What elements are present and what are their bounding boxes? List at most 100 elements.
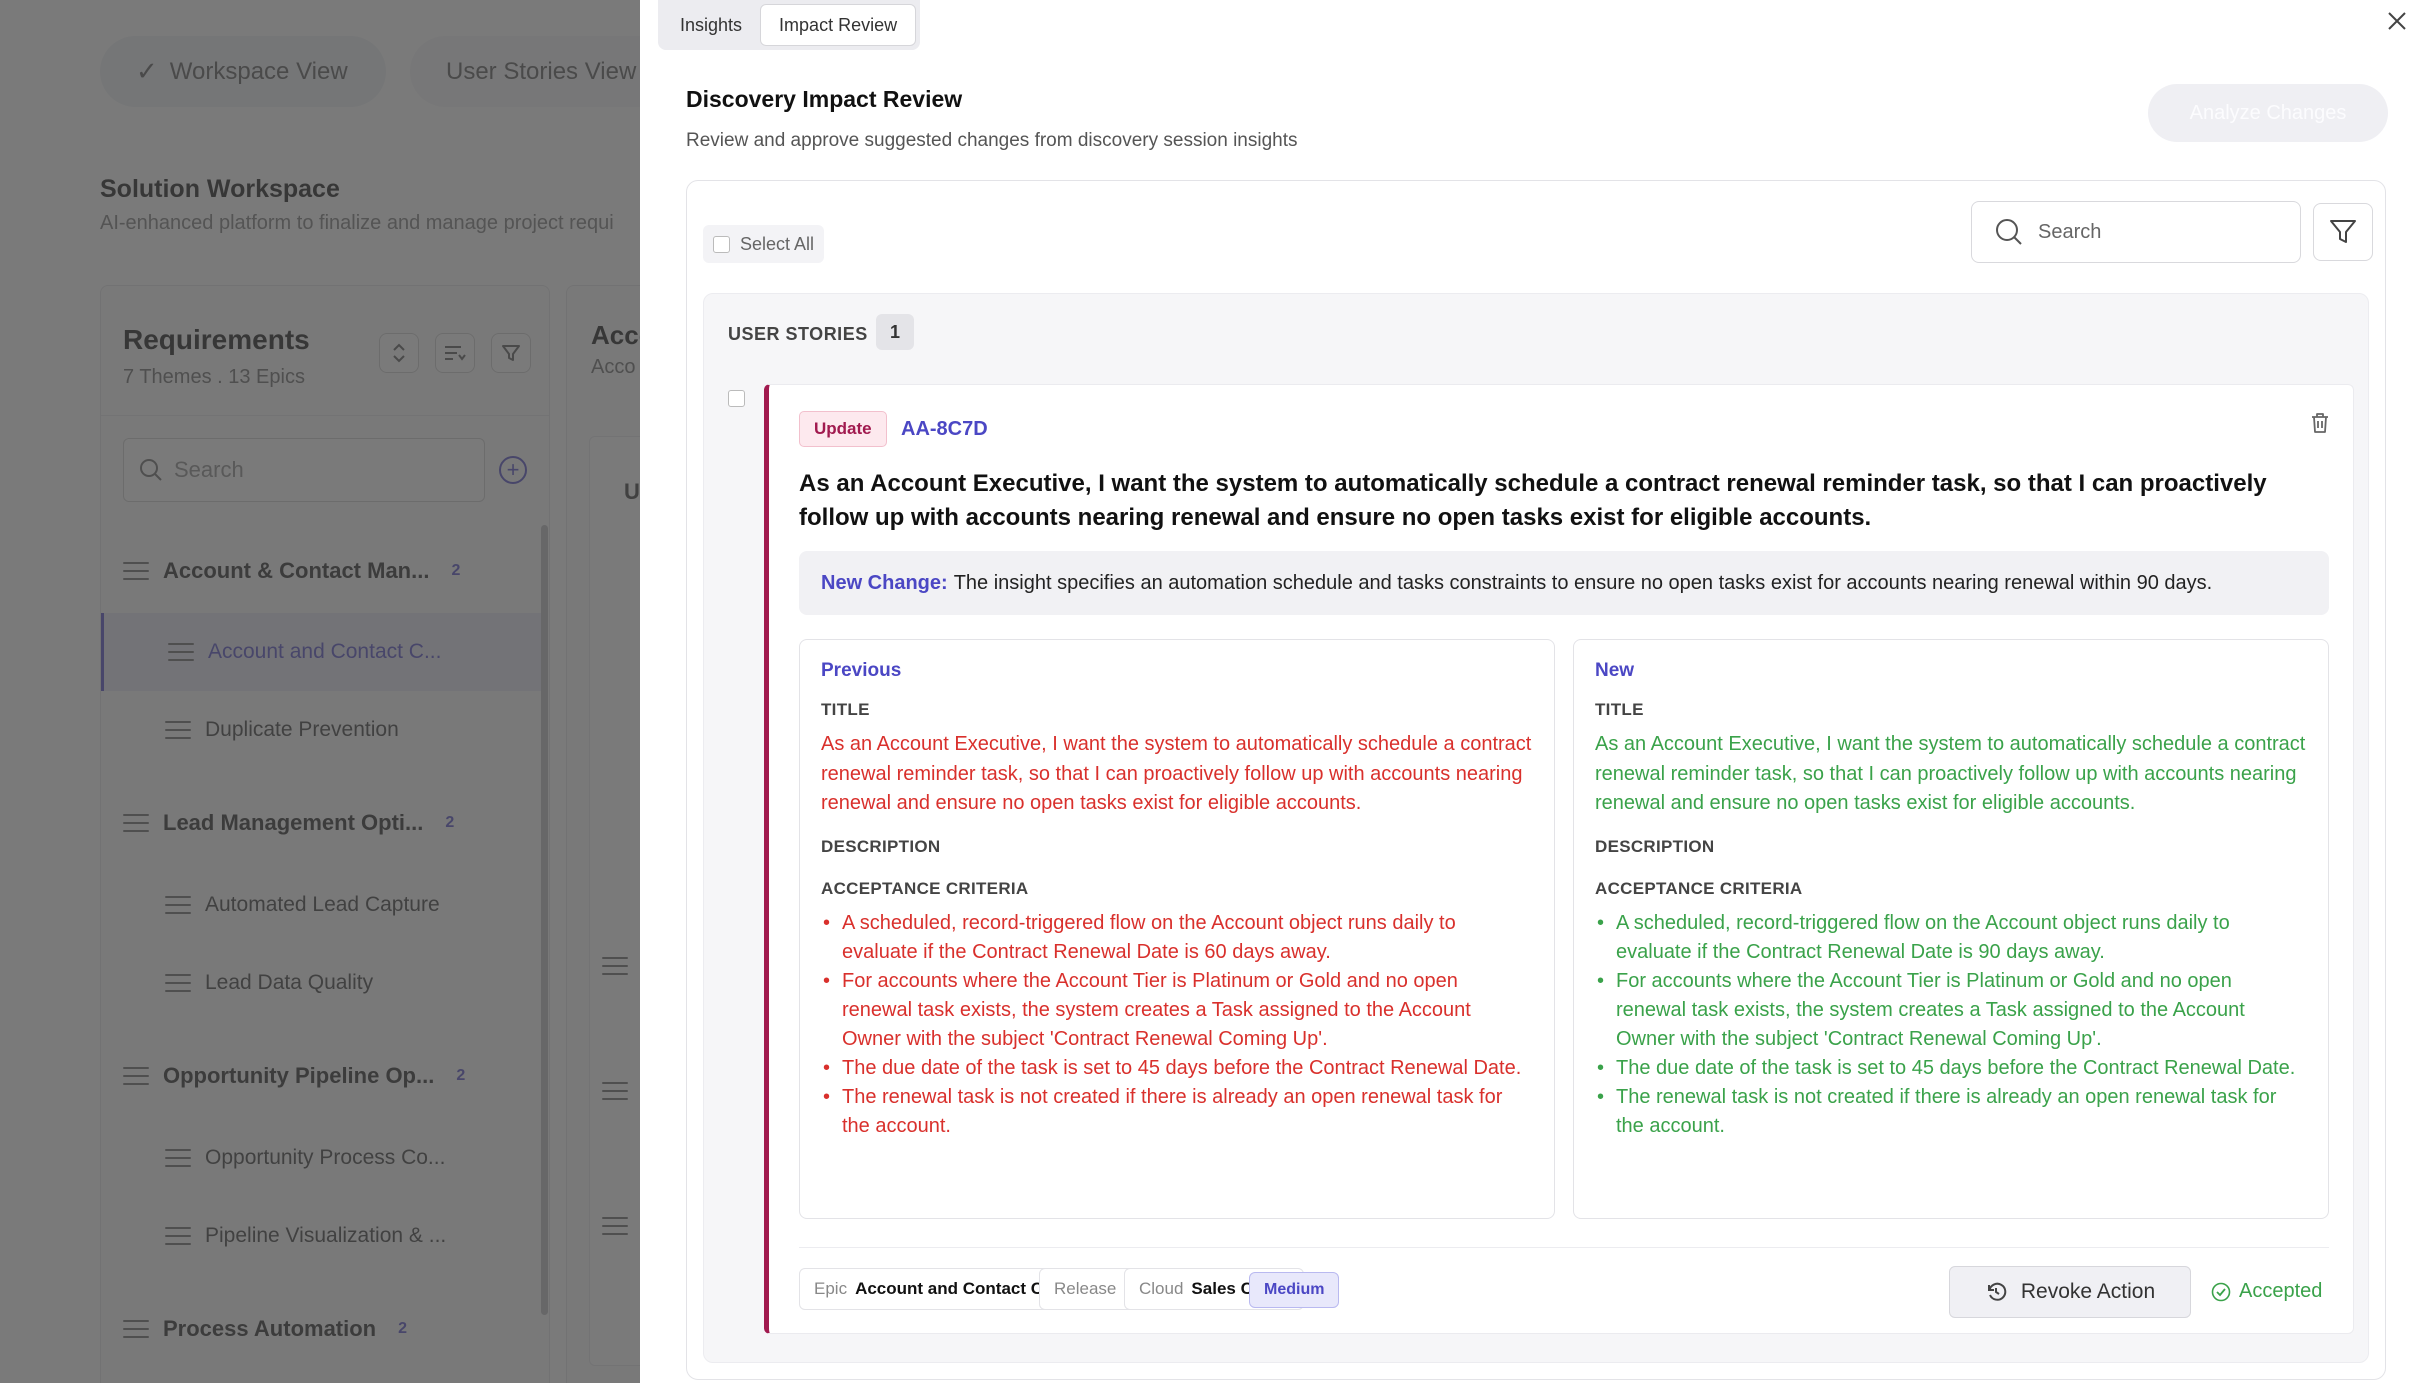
story-id-link[interactable]: AA-8C7D: [901, 418, 988, 441]
tree-epic-account-contact-customization[interactable]: Account and Contact C...: [101, 613, 541, 691]
drag-handle-icon[interactable]: [165, 1149, 191, 1167]
tree-epic-duplicate-prevention[interactable]: Duplicate Prevention: [101, 691, 541, 769]
user-stories-view-label: User Stories View: [446, 57, 637, 85]
tree-epic-label: Account and Contact C...: [208, 640, 442, 663]
search-placeholder: Search: [2038, 220, 2102, 243]
tree-epic-opportunity-process[interactable]: Opportunity Process Co...: [101, 1119, 541, 1197]
drag-handle-icon[interactable]: [168, 643, 194, 661]
new-change-note: New Change: The insight specifies an aut…: [799, 551, 2329, 615]
revoke-action-button[interactable]: Revoke Action: [1949, 1266, 2191, 1318]
previous-column: Previous TITLE As an Account Executive, …: [799, 639, 1555, 1219]
checkbox-box[interactable]: [713, 235, 730, 253]
tree-theme-label: Account & Contact Man...: [163, 558, 430, 583]
previous-title-text: As an Account Executive, I want the syst…: [821, 733, 1532, 814]
theme-count-badge: 2: [445, 814, 455, 831]
theme-count-badge: 2: [398, 1320, 408, 1337]
new-criteria-label: ACCEPTANCE CRITERIA: [1595, 878, 1803, 898]
requirements-filter-button[interactable]: [491, 333, 531, 373]
tree-theme-lead-management[interactable]: Lead Management Opti... 2: [101, 784, 541, 862]
drag-handle-icon[interactable]: [165, 974, 191, 992]
cloud-label: Cloud: [1139, 1279, 1184, 1298]
new-change-label: New Change:: [821, 571, 948, 594]
sort-button[interactable]: [379, 333, 419, 373]
search-icon: [1996, 219, 2022, 245]
workspace-subtitle: AI-enhanced platform to finalize and man…: [100, 212, 614, 234]
requirements-scrollbar[interactable]: [541, 525, 548, 1315]
drag-handle-icon[interactable]: [123, 562, 149, 580]
accounts-column-header: U: [624, 479, 640, 504]
drag-handle-icon[interactable]: [165, 1227, 191, 1245]
tree-epic-label: Lead Data Quality: [205, 971, 374, 994]
accounts-subtitle: Acco: [591, 356, 636, 378]
story-card: Update AA-8C7D As an Account Executive, …: [764, 384, 2354, 1334]
tree-theme-opportunity-pipeline[interactable]: Opportunity Pipeline Op... 2: [101, 1037, 541, 1115]
drag-handle-icon[interactable]: [123, 814, 149, 832]
criteria-item: The renewal task is not created if there…: [821, 1083, 1533, 1141]
criteria-item: For accounts where the Account Tier is P…: [1595, 967, 2307, 1054]
drag-handle-icon[interactable]: [602, 1082, 628, 1100]
workspace-view-button[interactable]: ✓ Workspace View: [100, 36, 386, 107]
select-all-checkbox[interactable]: Select All: [703, 225, 825, 263]
requirements-title: Requirements: [123, 324, 310, 355]
tree-epic-automated-lead-capture[interactable]: Automated Lead Capture: [101, 866, 541, 944]
new-column: New TITLE As an Account Executive, I wan…: [1573, 639, 2329, 1219]
new-title-text: As an Account Executive, I want the syst…: [1595, 733, 2306, 814]
epic-label: Epic: [814, 1279, 848, 1298]
criteria-item: A scheduled, record-triggered flow on th…: [821, 909, 1533, 967]
criteria-item: The due date of the task is set to 45 da…: [821, 1054, 1533, 1083]
tree-epic-label: Pipeline Visualization & ...: [205, 1224, 447, 1247]
check-circle-icon: [2211, 1282, 2231, 1301]
tab-insights[interactable]: Insights: [662, 4, 760, 46]
filter-icon: [2330, 220, 2356, 243]
trash-icon: [2312, 413, 2328, 433]
criteria-item: The renewal task is not created if there…: [1595, 1083, 2307, 1141]
previous-criteria-list: A scheduled, record-triggered flow on th…: [821, 909, 1533, 1141]
user-stories-count: 1: [876, 314, 914, 350]
drag-handle-icon[interactable]: [602, 1217, 628, 1235]
criteria-item: A scheduled, record-triggered flow on th…: [1595, 909, 2307, 967]
drag-handle-icon[interactable]: [165, 721, 191, 739]
analyze-changes-button[interactable]: Analyze Changes: [2148, 84, 2388, 142]
tree-theme-process-automation[interactable]: Process Automation 2: [101, 1290, 541, 1368]
impact-review-drawer: Insights Impact Review Discovery Impact …: [640, 0, 2430, 1383]
previous-heading: Previous: [821, 660, 902, 681]
previous-description-label: DESCRIPTION: [821, 836, 941, 856]
tree-epic-label: Opportunity Process Co...: [205, 1146, 446, 1169]
drag-handle-icon[interactable]: [165, 896, 191, 914]
delete-button[interactable]: [2309, 411, 2331, 440]
drag-handle-icon[interactable]: [602, 957, 628, 975]
drag-handle-icon[interactable]: [123, 1067, 149, 1085]
list-filter-icon: [445, 346, 466, 361]
tab-impact-review[interactable]: Impact Review: [760, 4, 917, 46]
criteria-item: The due date of the task is set to 45 da…: [1595, 1054, 2307, 1083]
accepted-label: Accepted: [2239, 1280, 2323, 1302]
tree-theme-label: Process Automation: [163, 1316, 377, 1341]
drawer-tabs: Insights Impact Review: [658, 0, 921, 50]
filter-button[interactable]: [2313, 203, 2373, 261]
previous-title-label: TITLE: [821, 700, 870, 719]
accepted-status: Accepted: [2211, 1280, 2322, 1303]
workspace-view-label: Workspace View: [169, 57, 348, 85]
sort-icon: [393, 343, 405, 363]
requirements-search-input[interactable]: Search: [123, 438, 485, 502]
criteria-item: For accounts where the Account Tier is P…: [821, 967, 1533, 1054]
tree-theme-account-contact[interactable]: Account & Contact Man... 2: [101, 532, 541, 610]
requirements-header: Requirements 7 Themes . 13 Epics: [101, 286, 549, 416]
page-title: Discovery Impact Review: [686, 86, 963, 112]
close-button[interactable]: [2380, 4, 2414, 38]
search-input[interactable]: Search: [1971, 201, 2301, 263]
new-criteria-list: A scheduled, record-triggered flow on th…: [1595, 909, 2307, 1141]
list-filter-button[interactable]: [435, 333, 475, 373]
story-select-checkbox[interactable]: [728, 390, 745, 407]
tree-theme-label: Opportunity Pipeline Op...: [163, 1063, 435, 1088]
story-footer: Epic Account and Contact Customization R…: [799, 1247, 2329, 1327]
user-stories-label: USER STORIES: [728, 324, 868, 344]
tree-epic-lead-data-quality[interactable]: Lead Data Quality: [101, 944, 541, 1022]
tree-epic-pipeline-visualization[interactable]: Pipeline Visualization & ...: [101, 1197, 541, 1275]
release-label: Release: [1054, 1279, 1117, 1298]
add-requirement-button[interactable]: +: [499, 456, 527, 484]
new-title-label: TITLE: [1595, 700, 1644, 719]
drag-handle-icon[interactable]: [123, 1320, 149, 1338]
previous-criteria-label: ACCEPTANCE CRITERIA: [821, 878, 1029, 898]
close-icon: [2388, 12, 2406, 30]
